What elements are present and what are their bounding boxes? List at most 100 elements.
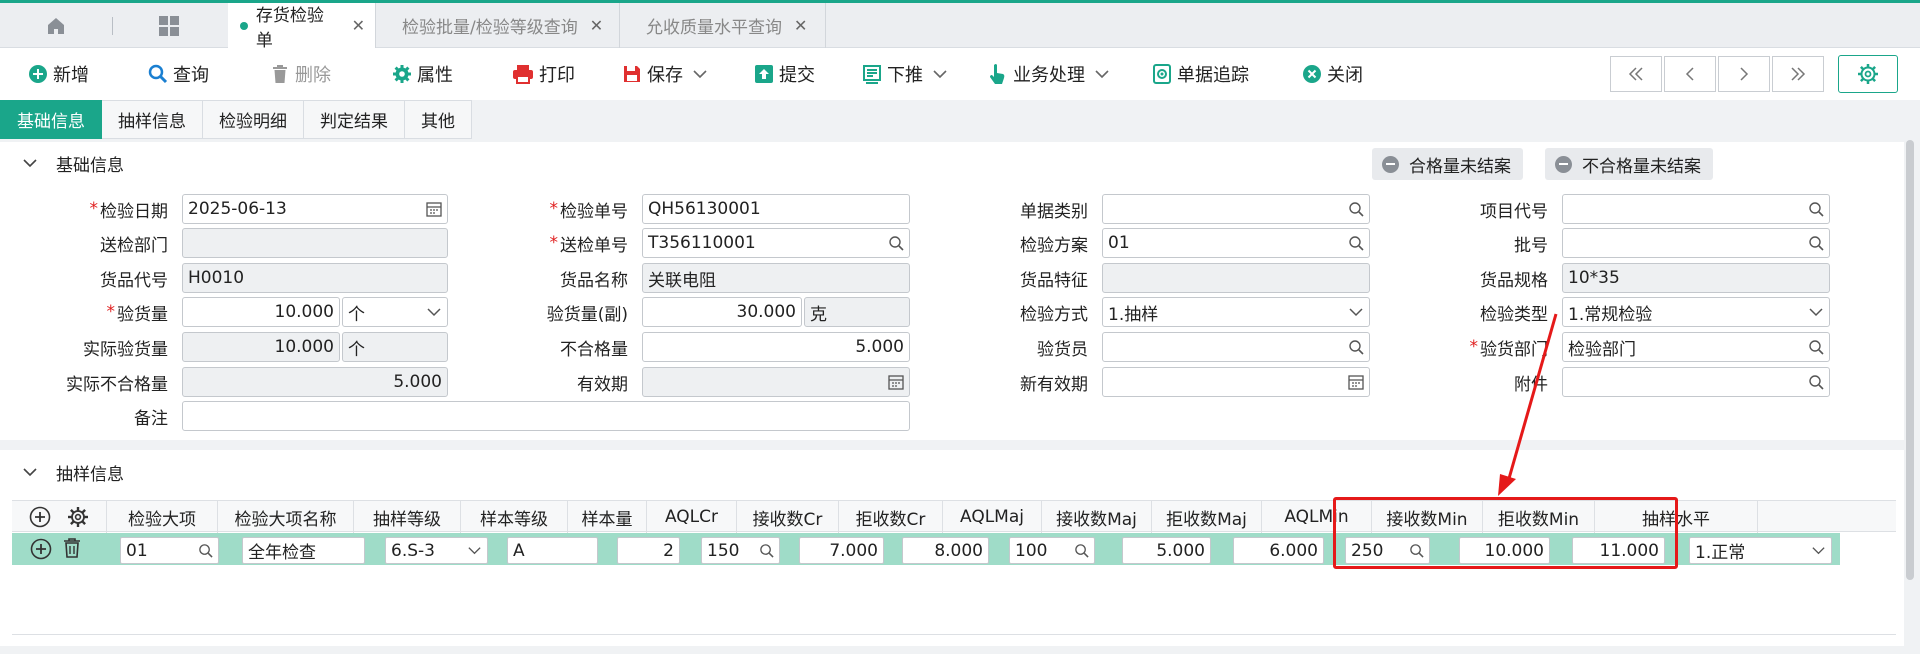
method-label: 检验方式 (1020, 304, 1088, 325)
qty-unit-select[interactable]: 个 (342, 297, 448, 327)
cell-reject-maj[interactable]: 6.000 (1233, 537, 1324, 564)
calendar-icon[interactable] (426, 201, 442, 217)
tab-inventory-inspection[interactable]: 存货检验单 ✕ (228, 3, 376, 51)
cell-inspect-item[interactable]: 01 (120, 537, 219, 564)
cell-sample-size[interactable]: 2 (617, 537, 680, 564)
prev-record-button[interactable] (1664, 56, 1716, 92)
search-icon[interactable] (1074, 543, 1089, 558)
last-record-button[interactable] (1772, 56, 1824, 92)
col-header[interactable]: 检验大项名称 (218, 501, 354, 533)
col-header[interactable]: AQLCr (647, 501, 737, 533)
send-dept-label: 送检部门 (100, 235, 168, 256)
cell-aql-cr[interactable]: 150 (701, 537, 780, 564)
search-icon[interactable] (1348, 235, 1364, 251)
submit-button[interactable]: 提交 (754, 60, 815, 88)
close-tab-icon[interactable]: ✕ (590, 16, 603, 35)
grid-tools-header (12, 501, 107, 533)
basic-info-header[interactable]: 基础信息 (22, 145, 124, 181)
close-tab-icon[interactable]: ✕ (352, 16, 365, 35)
col-header[interactable]: 接收数Maj (1042, 501, 1152, 533)
inspector-field[interactable] (1102, 332, 1370, 362)
col-header[interactable]: 接收数Cr (737, 501, 839, 533)
save-button[interactable]: 保存 (622, 60, 712, 88)
settings-button[interactable] (1838, 55, 1898, 93)
cell-inspect-item-name[interactable]: 全年检查 (242, 537, 365, 564)
tab-aql-query[interactable]: 允收质量水平查询 ✕ (634, 3, 826, 48)
cell-accept-cr[interactable]: 7.000 (799, 537, 884, 564)
cell-reject-cr[interactable]: 8.000 (902, 537, 989, 564)
attach-field[interactable] (1562, 367, 1830, 397)
actual-bad-label: 实际不合格量 (66, 374, 168, 395)
push-down-button[interactable]: 下推 (862, 60, 952, 88)
col-header[interactable]: AQLMaj (943, 501, 1042, 533)
close-tab-icon[interactable]: ✕ (794, 16, 807, 35)
chevron-down-icon[interactable] (693, 69, 707, 79)
tab-batch-query[interactable]: 检验批量/检验等级查询 ✕ (390, 3, 620, 48)
search-icon[interactable] (1808, 339, 1824, 355)
floppy-icon (624, 66, 640, 82)
delete-button[interactable]: 删除 (270, 60, 331, 88)
cell-aql-maj[interactable]: 100 (1009, 537, 1095, 564)
chevron-down-icon[interactable] (933, 69, 947, 79)
apps-button[interactable] (140, 3, 198, 48)
search-icon[interactable] (1348, 201, 1364, 217)
next-record-button[interactable] (1718, 56, 1770, 92)
cell-sampling-level[interactable]: 6.S-3 (385, 537, 488, 564)
col-header[interactable]: 样本量 (568, 501, 647, 533)
qty-field[interactable]: 10.000 (182, 297, 340, 327)
send-no-field[interactable]: T356110001 (642, 228, 910, 258)
home-button[interactable] (27, 3, 85, 48)
business-process-button[interactable]: 业务处理 (988, 60, 1114, 88)
tab-judgement-result[interactable]: 判定结果 (304, 100, 405, 139)
search-icon[interactable] (888, 235, 904, 251)
col-header[interactable]: 拒收数Maj (1152, 501, 1262, 533)
tab-other[interactable]: 其他 (405, 100, 472, 139)
qty-sub-field[interactable]: 30.000 (642, 297, 802, 327)
first-record-button[interactable] (1610, 56, 1662, 92)
chevron-down-icon[interactable] (1095, 69, 1109, 79)
doc-type-field[interactable] (1102, 194, 1370, 224)
properties-button[interactable]: 属性 (392, 60, 453, 88)
search-icon[interactable] (198, 543, 213, 558)
inspect-no-field[interactable]: QH56130001 (642, 194, 910, 224)
tab-inspection-detail[interactable]: 检验明细 (203, 100, 304, 139)
scheme-field[interactable]: 01 (1102, 228, 1370, 258)
chevron-down-icon (1349, 308, 1363, 317)
print-button[interactable]: 打印 (512, 60, 575, 88)
batch-field[interactable] (1562, 228, 1830, 258)
trash-icon[interactable] (62, 537, 82, 559)
project-field[interactable] (1562, 194, 1830, 224)
col-header[interactable]: 拒收数Cr (839, 501, 943, 533)
gear-icon[interactable] (67, 506, 89, 528)
query-button[interactable]: 查询 (148, 60, 209, 88)
type-select[interactable]: 1.常规检验 (1562, 297, 1830, 327)
method-select[interactable]: 1.抽样 (1102, 297, 1370, 327)
qc-dept-field[interactable]: 检验部门 (1562, 332, 1830, 362)
tab-sampling-info[interactable]: 抽样信息 (102, 100, 203, 139)
remark-field[interactable] (182, 401, 910, 431)
sampling-header[interactable]: 抽样信息 (22, 454, 124, 490)
col-header[interactable]: 检验大项 (107, 501, 218, 533)
search-icon[interactable] (1348, 339, 1364, 355)
cell-sampling-level-select[interactable]: 1.正常 (1689, 537, 1832, 564)
cell-sample-grade[interactable]: A (507, 537, 598, 564)
calendar-icon[interactable] (1348, 374, 1364, 390)
cell-accept-maj[interactable]: 5.000 (1122, 537, 1211, 564)
inspect-date-field[interactable]: 2025-06-13 (182, 194, 448, 224)
col-header[interactable]: 抽样等级 (354, 501, 461, 533)
close-button[interactable]: 关闭 (1302, 60, 1363, 88)
add-row-icon[interactable] (30, 538, 52, 560)
plus-circle-icon[interactable] (29, 506, 51, 528)
new-expire-label: 新有效期 (1020, 374, 1088, 395)
tab-basic-info[interactable]: 基础信息 (0, 100, 102, 139)
search-icon[interactable] (1808, 201, 1824, 217)
new-expire-field[interactable] (1102, 367, 1370, 397)
bad-qty-field[interactable]: 5.000 (642, 332, 910, 362)
col-header[interactable]: 样本等级 (461, 501, 568, 533)
document-trace-button[interactable]: 单据追踪 (1152, 60, 1249, 88)
new-button[interactable]: 新增 (28, 60, 89, 88)
search-icon[interactable] (1808, 235, 1824, 251)
vertical-scrollbar[interactable] (1906, 140, 1914, 580)
search-icon[interactable] (1808, 374, 1824, 390)
search-icon[interactable] (759, 543, 774, 558)
